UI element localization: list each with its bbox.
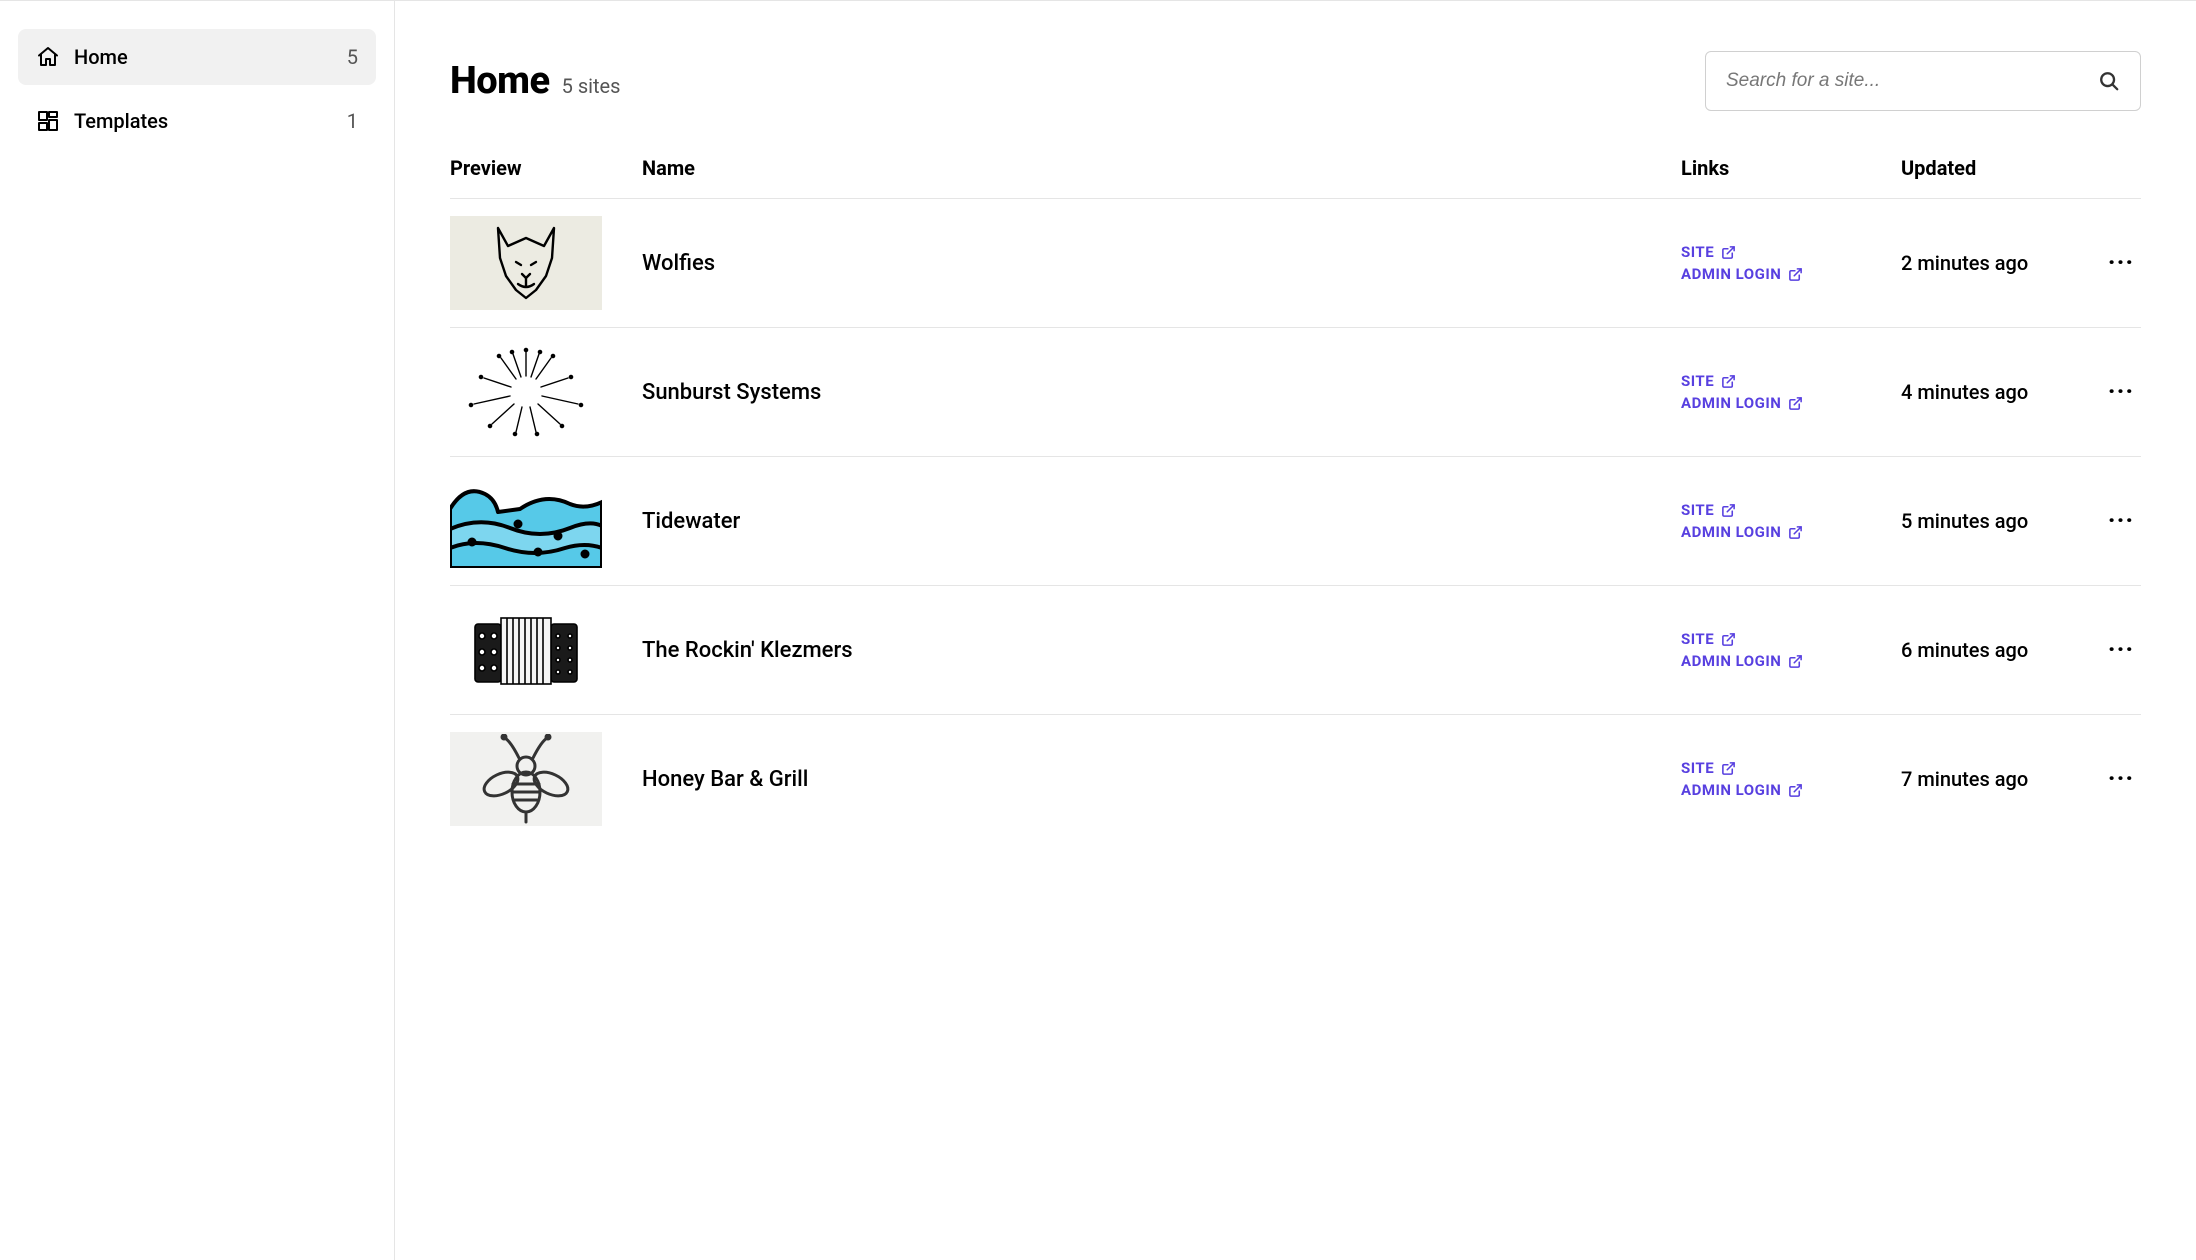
admin-login-link[interactable]: ADMIN LOGIN [1681, 523, 1901, 541]
table-row[interactable]: Honey Bar & Grill SITE ADMIN LOGIN 7 min… [450, 715, 2141, 843]
sidebar: Home 5 Templates 1 [0, 0, 395, 1260]
table-row[interactable]: Tidewater SITE ADMIN LOGIN 5 minutes ago… [450, 457, 2141, 586]
updated-cell: 6 minutes ago [1901, 638, 2101, 662]
sidebar-item-label: Templates [74, 109, 333, 133]
links-cell: SITE ADMIN LOGIN [1681, 501, 1901, 541]
preview-thumbnail [450, 345, 602, 439]
actions-cell: ··· [2101, 250, 2141, 276]
preview-cell [450, 603, 642, 697]
sidebar-item-templates[interactable]: Templates 1 [18, 93, 376, 149]
site-name: Wolfies [642, 251, 715, 276]
admin-login-link[interactable]: ADMIN LOGIN [1681, 265, 1901, 283]
search-icon [2098, 70, 2120, 92]
sidebar-item-home[interactable]: Home 5 [18, 29, 376, 85]
site-link[interactable]: SITE [1681, 243, 1901, 261]
links-cell: SITE ADMIN LOGIN [1681, 630, 1901, 670]
updated-cell: 7 minutes ago [1901, 767, 2101, 791]
more-button[interactable]: ··· [2101, 766, 2141, 792]
external-link-icon [1721, 632, 1736, 647]
external-link-icon [1788, 396, 1803, 411]
col-header-name: Name [642, 156, 1681, 180]
updated-text: 5 minutes ago [1901, 509, 2028, 533]
site-link[interactable]: SITE [1681, 372, 1901, 390]
page-title: Home [450, 59, 550, 103]
page-subtitle: 5 sites [562, 74, 621, 98]
templates-icon [36, 109, 60, 133]
external-link-icon [1721, 503, 1736, 518]
updated-text: 6 minutes ago [1901, 638, 2028, 662]
home-icon [36, 45, 60, 69]
external-link-icon [1721, 761, 1736, 776]
sidebar-nav: Home 5 Templates 1 [18, 29, 376, 149]
external-link-icon [1788, 525, 1803, 540]
sidebar-item-count: 1 [347, 109, 358, 133]
preview-thumbnail [450, 603, 602, 697]
actions-cell: ··· [2101, 379, 2141, 405]
more-button[interactable]: ··· [2101, 508, 2141, 534]
external-link-icon [1788, 783, 1803, 798]
admin-login-link[interactable]: ADMIN LOGIN [1681, 652, 1901, 670]
table-row[interactable]: The Rockin' Klezmers SITE ADMIN LOGIN 6 … [450, 586, 2141, 715]
search-input[interactable] [1726, 70, 2098, 92]
table-row[interactable]: Sunburst Systems SITE ADMIN LOGIN 4 minu… [450, 328, 2141, 457]
external-link-icon [1788, 267, 1803, 282]
table-row[interactable]: Wolfies SITE ADMIN LOGIN 2 minutes ago ·… [450, 199, 2141, 328]
site-name: The Rockin' Klezmers [642, 638, 853, 663]
site-name: Tidewater [642, 509, 740, 534]
site-link[interactable]: SITE [1681, 501, 1901, 519]
updated-cell: 4 minutes ago [1901, 380, 2101, 404]
main-content: Home 5 sites Preview Name Links Updated [395, 0, 2196, 1260]
col-header-actions [2101, 156, 2141, 180]
name-cell: Honey Bar & Grill [642, 767, 1681, 792]
site-name: Sunburst Systems [642, 380, 821, 405]
preview-cell [450, 732, 642, 826]
title-wrap: Home 5 sites [450, 59, 620, 103]
more-button[interactable]: ··· [2101, 379, 2141, 405]
preview-thumbnail [450, 474, 602, 568]
links-cell: SITE ADMIN LOGIN [1681, 243, 1901, 283]
actions-cell: ··· [2101, 508, 2141, 534]
external-link-icon [1721, 245, 1736, 260]
external-link-icon [1721, 374, 1736, 389]
updated-text: 7 minutes ago [1901, 767, 2028, 791]
updated-text: 4 minutes ago [1901, 380, 2028, 404]
updated-cell: 2 minutes ago [1901, 251, 2101, 275]
preview-thumbnail [450, 732, 602, 826]
updated-text: 2 minutes ago [1901, 251, 2028, 275]
external-link-icon [1788, 654, 1803, 669]
sites-table: Preview Name Links Updated [450, 156, 2141, 843]
preview-cell [450, 474, 642, 568]
actions-cell: ··· [2101, 766, 2141, 792]
site-link[interactable]: SITE [1681, 630, 1901, 648]
sidebar-item-count: 5 [347, 45, 358, 69]
admin-login-link[interactable]: ADMIN LOGIN [1681, 394, 1901, 412]
name-cell: Tidewater [642, 509, 1681, 534]
name-cell: Sunburst Systems [642, 380, 1681, 405]
site-link[interactable]: SITE [1681, 759, 1901, 777]
preview-cell [450, 216, 642, 310]
col-header-updated: Updated [1901, 156, 2101, 180]
updated-cell: 5 minutes ago [1901, 509, 2101, 533]
name-cell: The Rockin' Klezmers [642, 638, 1681, 663]
name-cell: Wolfies [642, 251, 1681, 276]
col-header-preview: Preview [450, 156, 642, 180]
col-header-links: Links [1681, 156, 1901, 180]
table-header: Preview Name Links Updated [450, 156, 2141, 199]
more-button[interactable]: ··· [2101, 250, 2141, 276]
search-box[interactable] [1705, 51, 2141, 111]
links-cell: SITE ADMIN LOGIN [1681, 759, 1901, 799]
actions-cell: ··· [2101, 637, 2141, 663]
header-row: Home 5 sites [450, 51, 2141, 111]
site-name: Honey Bar & Grill [642, 767, 808, 792]
preview-cell [450, 345, 642, 439]
admin-login-link[interactable]: ADMIN LOGIN [1681, 781, 1901, 799]
sidebar-item-label: Home [74, 45, 333, 69]
preview-thumbnail [450, 216, 602, 310]
more-button[interactable]: ··· [2101, 637, 2141, 663]
links-cell: SITE ADMIN LOGIN [1681, 372, 1901, 412]
